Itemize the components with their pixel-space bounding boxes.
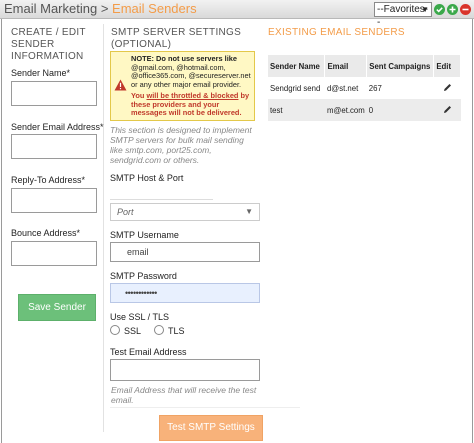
- test-smtp-button[interactable]: Test SMTP Settings: [159, 415, 263, 441]
- smtp-host-input[interactable]: [110, 183, 213, 200]
- bounce-label: Bounce Address*: [11, 228, 81, 238]
- check-circle-icon[interactable]: [434, 4, 445, 15]
- smtp-host-label: SMTP Host & Port: [110, 173, 184, 183]
- sender-email-label: Sender Email Address*: [11, 122, 104, 132]
- table-row[interactable]: test m@et.com 0: [268, 99, 461, 121]
- note-warning-w5: messages will not be delivered.: [131, 108, 242, 118]
- reply-to-input[interactable]: [11, 188, 97, 213]
- help-line1: This section is designed to implement: [110, 125, 252, 135]
- chevron-down-icon: ▼: [245, 207, 253, 216]
- edit-cell: [433, 99, 461, 121]
- reply-to-label: Reply-To Address*: [11, 175, 86, 185]
- smtp-password-label: SMTP Password: [110, 271, 177, 281]
- smtp-password-input[interactable]: ••••••••••••: [110, 283, 260, 303]
- note-warning-w3: by: [238, 91, 250, 100]
- sent-campaigns-cell: 0: [366, 99, 434, 121]
- save-sender-button[interactable]: Save Sender: [18, 294, 96, 321]
- smtp-title-line1: SMTP SERVER SETTINGS: [111, 27, 242, 38]
- edit-cell: [434, 77, 461, 99]
- note-warning-text: You will be throttled & blocked by these…: [131, 91, 253, 118]
- col-sender-name[interactable]: Sender Name: [268, 55, 326, 77]
- create-sender-title: CREATE / EDIT SENDER INFORMATION: [11, 27, 86, 63]
- test-help-line2: email.: [111, 395, 134, 405]
- help-line4: sendgrid.com or others.: [110, 155, 200, 165]
- title-bar: Email Marketing > Email Senders --Favori…: [0, 0, 474, 28]
- tls-radio[interactable]: [154, 325, 164, 335]
- sender-name-label: Sender Name*: [11, 68, 71, 78]
- sender-name-cell: Sendgrid send: [270, 83, 321, 93]
- warning-icon: [114, 79, 127, 91]
- col-edit: Edit: [433, 55, 461, 77]
- smtp-port-select[interactable]: Port ▼: [110, 203, 260, 221]
- breadcrumb-section[interactable]: Email Marketing: [4, 1, 97, 16]
- sender-name-cell: test: [268, 99, 325, 121]
- table-header-row: Sender Name Email Sent Campaigns Edit: [268, 55, 461, 77]
- help-line2: SMTP servers for bulk mail sending: [110, 135, 244, 145]
- col-email[interactable]: Email: [324, 55, 368, 77]
- bounce-input[interactable]: [11, 241, 97, 266]
- smtp-username-input[interactable]: email: [110, 242, 260, 262]
- create-sender-title-line3: INFORMATION: [11, 51, 84, 62]
- email-cell: m@et.com: [324, 99, 367, 121]
- pencil-icon[interactable]: [443, 83, 452, 92]
- test-help-line1: Email Address that will receive the test: [111, 385, 257, 395]
- smtp-settings-title: SMTP SERVER SETTINGS (OPTIONAL): [111, 27, 241, 51]
- remove-circle-icon[interactable]: [460, 4, 471, 15]
- tls-option-label: TLS: [168, 326, 185, 336]
- smtp-title-line2: (OPTIONAL): [111, 39, 172, 50]
- sent-campaigns-cell: 267: [368, 83, 382, 93]
- chevron-down-icon: ▼: [421, 5, 429, 14]
- plus-circle-icon[interactable]: [447, 4, 458, 15]
- ssl-tls-label: Use SSL / TLS: [110, 312, 170, 322]
- section-divider: [110, 407, 300, 408]
- note-warning-w2: will be throttled & blocked: [146, 91, 239, 100]
- senders-table: Sender Name Email Sent Campaigns Edit Se…: [268, 55, 461, 121]
- breadcrumb: Email Marketing > Email Senders: [4, 1, 197, 17]
- table-row[interactable]: Sendgrid send d@st.net 267: [268, 77, 461, 99]
- smtp-help-text: This section is designed to implement SM…: [110, 125, 270, 165]
- note-line4: or any other major email provider.: [131, 79, 242, 89]
- help-line3: like smtp.com, port25.com,: [110, 145, 212, 155]
- breadcrumb-page: Email Senders: [112, 1, 197, 16]
- sender-name-input[interactable]: [11, 81, 97, 106]
- column-divider: [103, 24, 104, 432]
- existing-senders-title: EXISTING EMAIL SENDERS: [268, 27, 405, 38]
- ssl-option-label: SSL: [124, 326, 142, 336]
- favorites-select[interactable]: --Favorites-- ▼: [374, 2, 432, 28]
- note-warning-w1: You: [131, 91, 147, 100]
- create-sender-title-line1: CREATE / EDIT: [11, 27, 86, 38]
- test-email-label: Test Email Address: [110, 347, 187, 357]
- create-sender-title-line2: SENDER: [11, 39, 55, 50]
- sender-email-input[interactable]: [11, 134, 97, 159]
- port-placeholder: Port: [117, 207, 134, 217]
- breadcrumb-separator: >: [100, 1, 109, 16]
- smtp-username-label: SMTP Username: [110, 230, 179, 240]
- email-cell: d@st.net: [326, 83, 359, 93]
- test-email-help: Email Address that will receive the test…: [111, 385, 276, 405]
- test-email-input[interactable]: [110, 359, 260, 381]
- col-sent-campaigns[interactable]: Sent Campaigns: [366, 55, 435, 77]
- ssl-radio[interactable]: [110, 325, 120, 335]
- note-text: NOTE: Do not use servers like @gmail.com…: [131, 54, 253, 89]
- smtp-warning-note: NOTE: Do not use servers like @gmail.com…: [110, 51, 255, 121]
- pencil-icon[interactable]: [443, 105, 452, 114]
